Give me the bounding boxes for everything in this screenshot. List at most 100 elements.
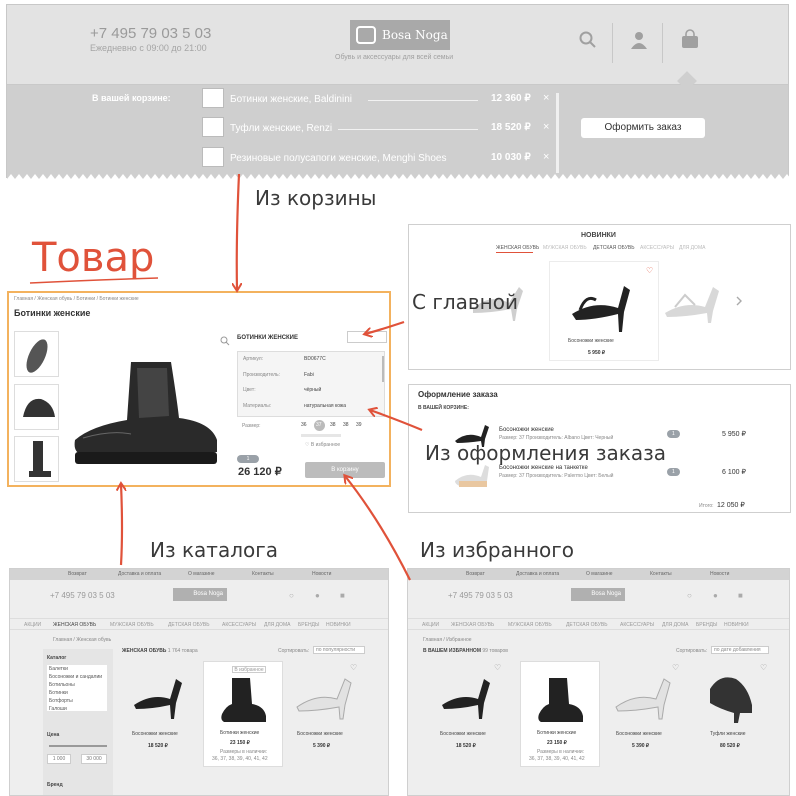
tab-home[interactable]: ДЛЯ ДОМА [679, 245, 705, 251]
remove-icon[interactable]: × [543, 92, 549, 104]
breadcrumb[interactable]: Главная / Избранное [423, 637, 472, 643]
tab[interactable]: ЖЕНСКАЯ ОБУВЬ [451, 622, 494, 628]
cart-bag-icon[interactable]: ■ [340, 591, 345, 600]
total-value: 12 050 ₽ [717, 502, 745, 509]
profile-icon[interactable] [631, 31, 647, 49]
profile-icon[interactable]: ● [315, 591, 320, 600]
breadcrumb[interactable]: Главная / Женская обувь / Ботинки / Боти… [14, 296, 139, 302]
tab-men[interactable]: МУЖСКАЯ ОБУВЬ [543, 245, 587, 251]
nav-link[interactable]: Контакты [252, 571, 274, 577]
favorite-link[interactable]: ♡ В избранное [305, 442, 340, 448]
checkout-qty-stepper[interactable]: 1 [667, 430, 680, 438]
tab-accessories[interactable]: АКСЕССУАРЫ [640, 245, 674, 251]
category-item[interactable]: Балетки [49, 666, 68, 672]
price-from-input[interactable]: 1 000 [47, 754, 71, 764]
category-item[interactable]: Галоши [49, 706, 67, 712]
remove-icon[interactable]: × [543, 151, 549, 163]
nav-link[interactable]: Доставка и оплата [516, 571, 559, 577]
product-card-hovered[interactable]: Ботинки женские 23 150 ₽ Размеры в налич… [520, 661, 600, 767]
sort-select[interactable]: по популярности [313, 646, 365, 654]
nav-link[interactable]: Новости [312, 571, 331, 577]
tab[interactable]: НОВИНКИ [724, 622, 749, 628]
sort-select[interactable]: по дате добавления [711, 646, 769, 654]
favorite-badge[interactable]: В избранное [232, 666, 266, 673]
category-item[interactable]: Ботинки [49, 690, 68, 696]
size-option[interactable]: 37 [316, 422, 322, 428]
nav-link[interactable]: Новости [710, 571, 729, 577]
tab[interactable]: БРЕНДЫ [696, 622, 717, 628]
tab-women[interactable]: ЖЕНСКАЯ ОБУВЬ [496, 245, 539, 251]
product-card[interactable]: ♡ Босоножки женские 5 390 ₽ [287, 661, 367, 757]
qty-stepper[interactable]: 1 [237, 455, 259, 463]
search-icon[interactable]: ○ [687, 591, 692, 600]
size-option[interactable]: 36 [301, 422, 307, 428]
price-to-input[interactable]: 30 000 [81, 754, 107, 764]
tab[interactable]: АКЦИИ [422, 622, 439, 628]
tab[interactable]: НОВИНКИ [326, 622, 351, 628]
cart-bag-icon[interactable]: ■ [738, 591, 743, 600]
cart-item[interactable]: Туфли женские, Renzi 18 520 ₽ × [202, 117, 552, 139]
checkout-qty-stepper[interactable]: 1 [667, 468, 680, 476]
search-icon[interactable] [579, 31, 597, 49]
heart-icon[interactable]: ♡ [350, 663, 357, 672]
checkout-button[interactable]: Оформить заказ [581, 118, 705, 138]
product-card-hovered[interactable]: В избранное Ботинки женские 23 150 ₽ Раз… [203, 661, 283, 767]
zoom-icon[interactable] [220, 336, 230, 346]
breadcrumb[interactable]: Главная / Женская обувь [53, 637, 111, 643]
tab[interactable]: МУЖСКАЯ ОБУВЬ [508, 622, 552, 628]
heart-icon[interactable]: ♡ [760, 663, 767, 672]
tab[interactable]: АКЦИИ [24, 622, 41, 628]
chevron-right-icon[interactable] [735, 295, 743, 307]
nav-link[interactable]: Возврат [68, 571, 87, 577]
specs-scrollbar[interactable] [382, 356, 384, 382]
product-card[interactable]: ♡ Босоножки женские 18 520 ₽ [428, 661, 508, 757]
category-item[interactable]: Ботильоны [49, 682, 75, 688]
header-phone[interactable]: +7 495 79 03 5 03 [90, 25, 211, 42]
size-option[interactable]: 39 [356, 422, 362, 428]
cart-item[interactable]: Ботинки женские, Baldinini 12 360 ₽ × [202, 88, 552, 110]
logo[interactable]: Bosa Noga [350, 20, 450, 50]
tab[interactable]: АКСЕССУАРЫ [222, 622, 256, 628]
category-item[interactable]: Ботфорты [49, 698, 73, 704]
tab-active[interactable]: ЖЕНСКАЯ ОБУВЬ [53, 622, 96, 628]
featured-product[interactable]: Босоножки женские 5 950 ₽ ♡ [549, 261, 659, 361]
heart-icon[interactable]: ♡ [646, 266, 653, 275]
nav-link[interactable]: О магазине [586, 571, 613, 577]
heart-icon[interactable]: ♡ [672, 663, 679, 672]
cart-bag-icon[interactable] [680, 29, 700, 49]
size-option[interactable]: 38 [343, 422, 349, 428]
header-phone[interactable]: +7 495 79 03 5 03 [50, 591, 115, 600]
nav-link[interactable]: Возврат [466, 571, 485, 577]
logo[interactable]: Bosa Noga [173, 588, 227, 601]
logo[interactable]: Bosa Noga [571, 588, 625, 601]
tab[interactable]: ДЕТСКАЯ ОБУВЬ [566, 622, 607, 628]
price-slider[interactable] [49, 745, 107, 747]
size-option[interactable]: 38 [330, 422, 336, 428]
profile-icon[interactable]: ● [713, 591, 718, 600]
remove-icon[interactable]: × [543, 121, 549, 133]
search-icon[interactable]: ○ [289, 591, 294, 600]
checkout-cart-label: В ВАШЕЙ КОРЗИНЕ: [418, 405, 469, 411]
nav-link[interactable]: Доставка и оплата [118, 571, 161, 577]
heart-icon[interactable]: ♡ [494, 663, 501, 672]
cart-scrollbar[interactable] [556, 93, 559, 173]
tab[interactable]: ДЛЯ ДОМА [264, 622, 290, 628]
product-card[interactable]: ♡ Туфли женские 80 520 ₽ [694, 661, 774, 757]
header-phone[interactable]: +7 495 79 03 5 03 [448, 591, 513, 600]
nav-link[interactable]: Контакты [650, 571, 672, 577]
nav-link[interactable]: О магазине [188, 571, 215, 577]
product-card[interactable]: Босоножки женские 18 520 ₽ [120, 661, 200, 757]
product-thumb[interactable] [14, 331, 59, 377]
tab[interactable]: ДЛЯ ДОМА [662, 622, 688, 628]
product-thumb[interactable] [14, 384, 59, 430]
tab[interactable]: БРЕНДЫ [298, 622, 319, 628]
tab[interactable]: ДЕТСКАЯ ОБУВЬ [168, 622, 209, 628]
product-card[interactable]: ♡ Босоножки женские 5 390 ₽ [606, 661, 686, 757]
add-to-cart-button[interactable]: В корзину [305, 462, 385, 478]
tab[interactable]: МУЖСКАЯ ОБУВЬ [110, 622, 154, 628]
tab-kids[interactable]: ДЕТСКАЯ ОБУВЬ [593, 245, 634, 251]
tab[interactable]: АКСЕССУАРЫ [620, 622, 654, 628]
product-thumb[interactable] [14, 436, 59, 482]
cart-item[interactable]: Резиновые полусапоги женские, Menghi Sho… [202, 147, 552, 169]
category-item[interactable]: Босоножки и сандалии [49, 674, 102, 680]
